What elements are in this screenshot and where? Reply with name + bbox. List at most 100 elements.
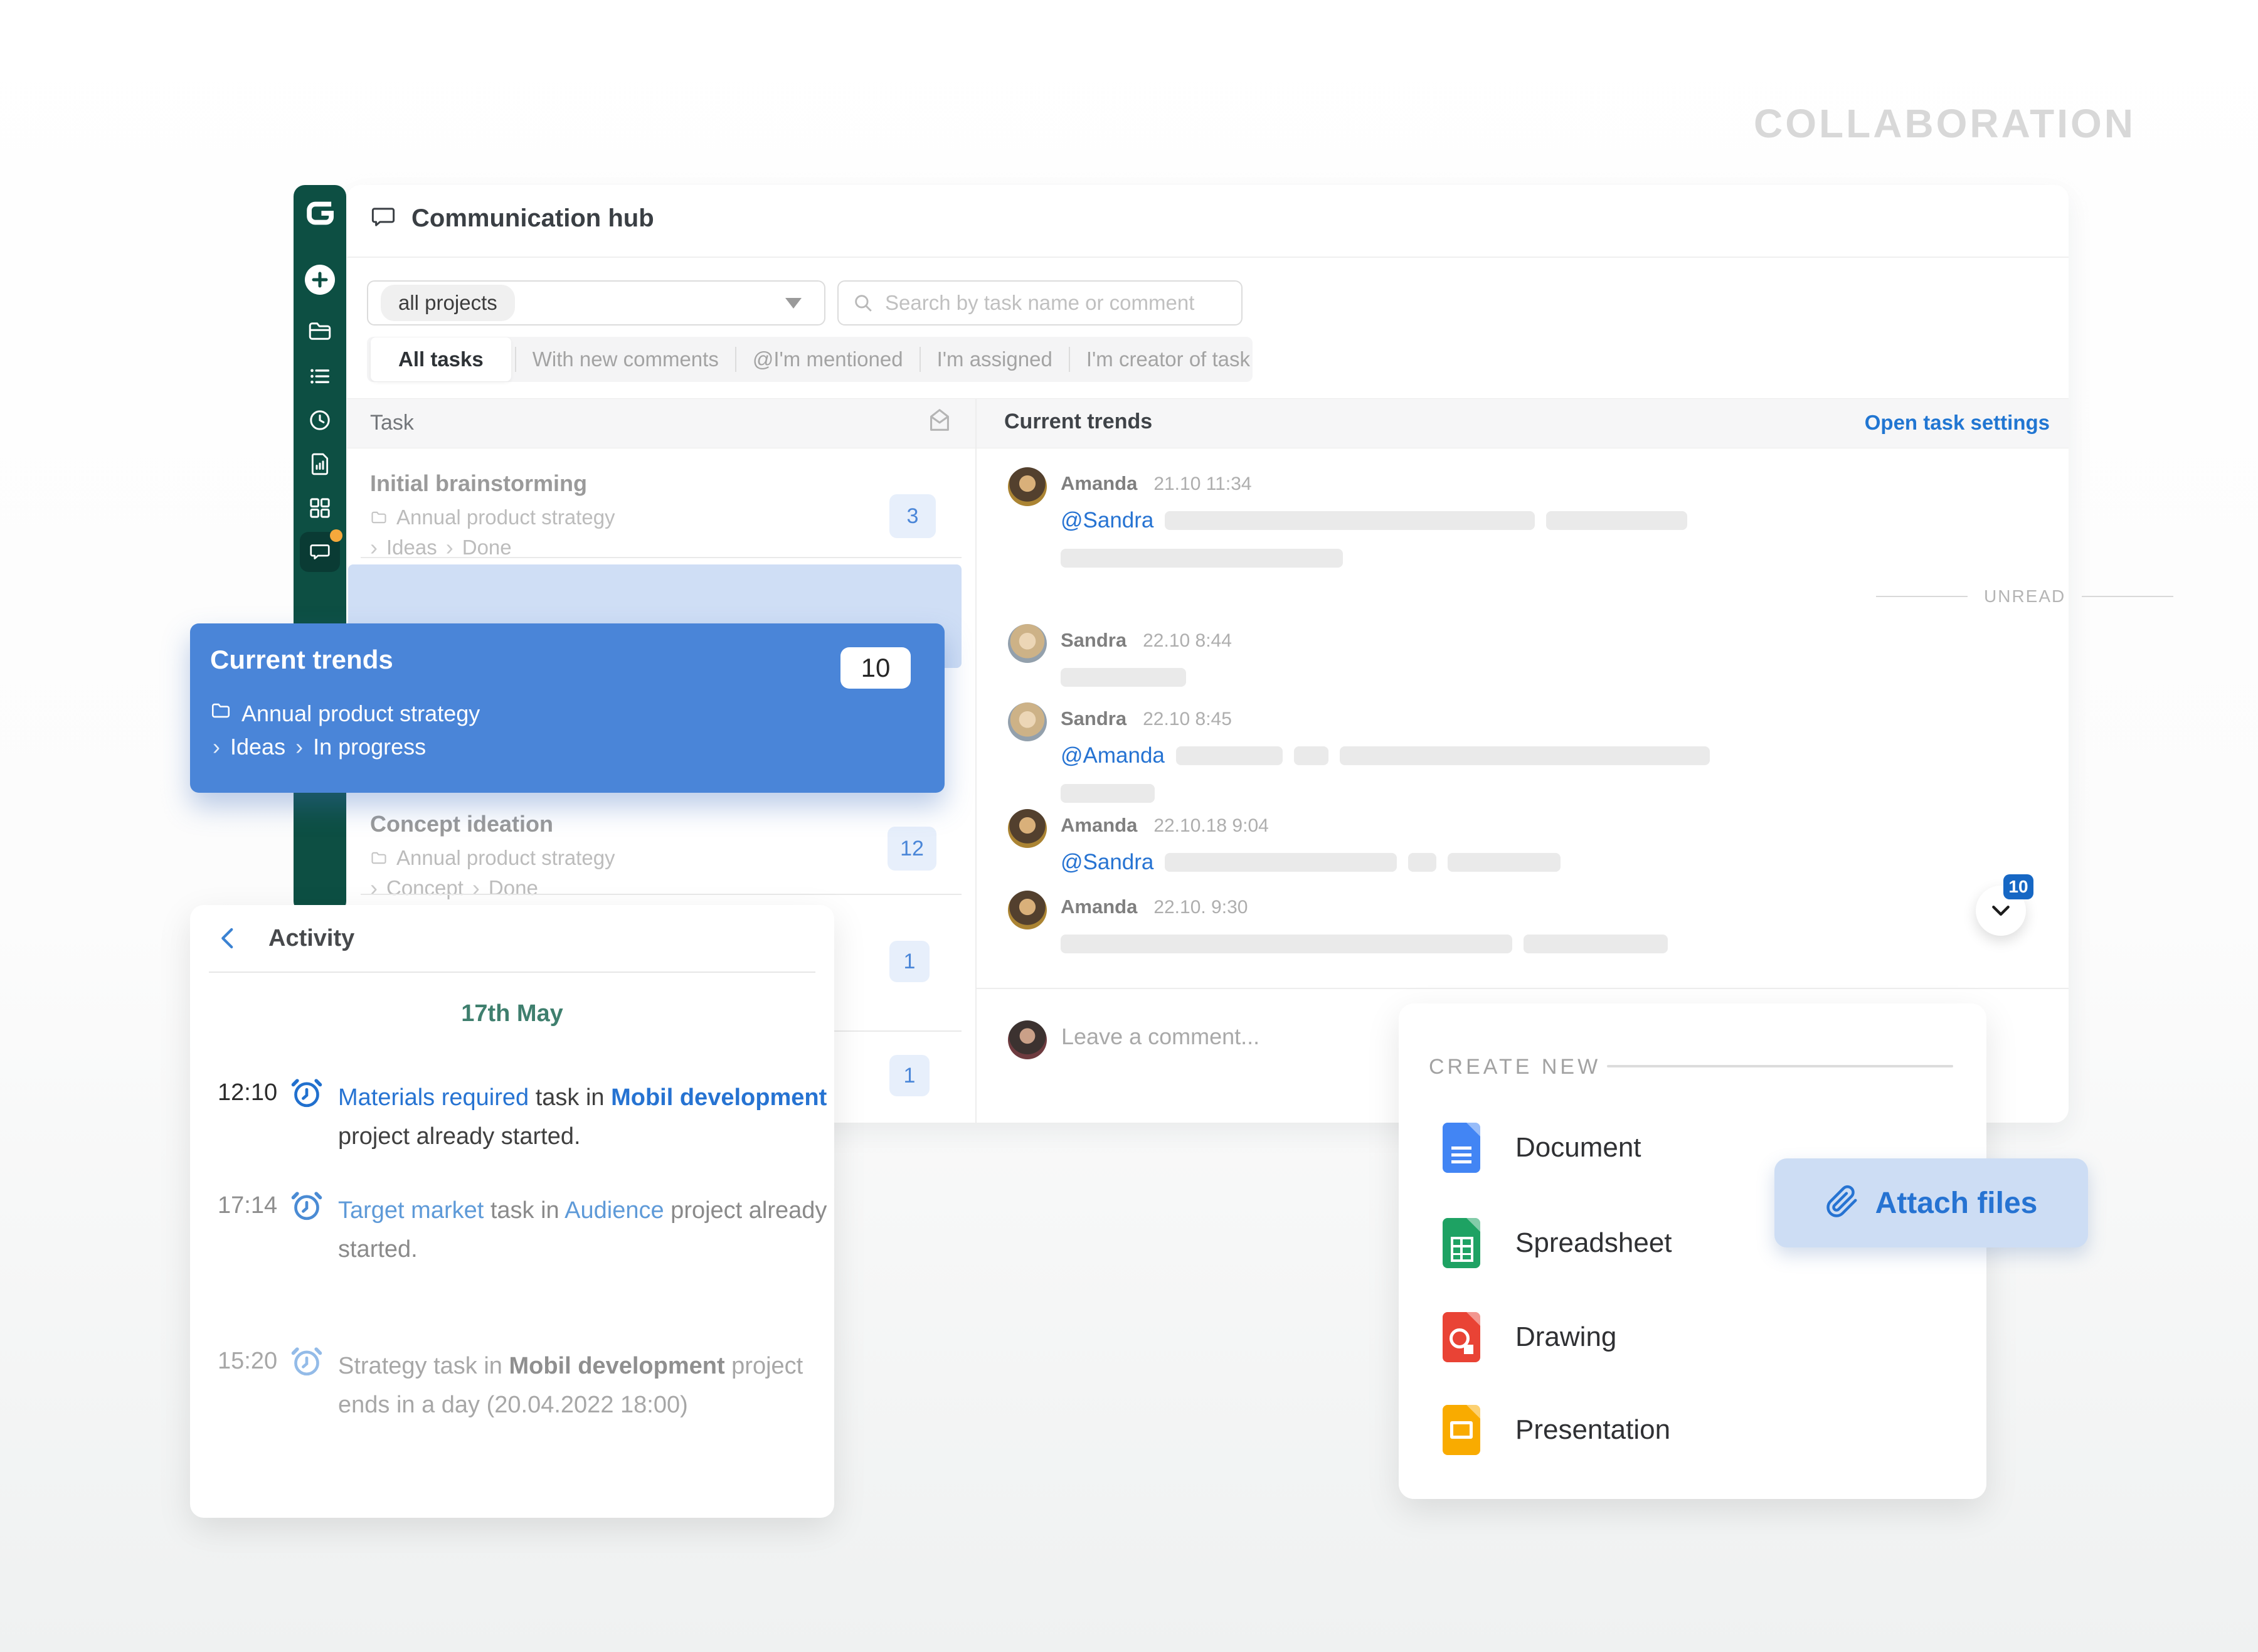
activity-text-segment[interactable]: Audience <box>564 1197 664 1224</box>
breadcrumb-segment: Ideas <box>230 734 285 760</box>
create-new-title: CREATE NEW <box>1429 1055 1601 1079</box>
project-filter-dropdown[interactable]: all projects <box>367 280 825 326</box>
comment-count-badge: 1 <box>889 1055 930 1096</box>
breadcrumb-segment: Ideas <box>386 536 437 559</box>
alarm-clock-icon <box>289 1344 324 1382</box>
create-item-drawing[interactable]: Drawing <box>1443 1312 1616 1362</box>
tab--i-m-mentioned[interactable]: @I'm mentioned <box>736 347 920 371</box>
sidebar-item-list[interactable] <box>294 364 346 389</box>
popup-project-row: Annual product strategy <box>210 700 480 727</box>
divider-line <box>1876 596 1968 597</box>
activity-time: 12:10 <box>218 1079 277 1106</box>
message-author: Amanda <box>1061 814 1137 837</box>
chevron-down-icon <box>1988 898 2013 923</box>
task-row[interactable]: Initial brainstormingAnnual product stra… <box>347 470 974 561</box>
redacted-text-bar <box>1294 746 1328 765</box>
mention-link[interactable]: @Amanda <box>1061 743 1165 768</box>
folder-icon <box>370 509 388 526</box>
column-divider <box>975 398 977 1123</box>
chat-message: Amanda22.10.18 9:04@Sandra <box>1008 809 2043 874</box>
message-timestamp: 22.10. 9:30 <box>1153 897 1248 918</box>
comment-count-badge: 12 <box>888 827 936 871</box>
search-icon <box>852 292 874 314</box>
message-content: Amanda21.10 11:34 @Sandra <box>1061 467 2043 570</box>
redacted-text-bar <box>1340 746 1710 765</box>
sidebar-item-history[interactable] <box>294 408 346 433</box>
message-header: Amanda21.10 11:34 <box>1061 472 2043 495</box>
paperclip-icon <box>1825 1185 1859 1222</box>
mention-link[interactable]: @Sandra <box>1061 508 1153 533</box>
create-new-panel: CREATE NEW Document Spreadsheet Drawing Pre… <box>1399 1003 1986 1499</box>
chevron-left-icon <box>215 925 241 951</box>
sidebar-item-chat[interactable] <box>294 532 346 572</box>
popup-project-name: Annual product strategy <box>241 701 480 727</box>
tab-i-m-assigned[interactable]: I'm assigned <box>921 347 1069 371</box>
message-line <box>1061 781 2043 805</box>
message-content: Amanda22.10. 9:30 <box>1061 891 2043 956</box>
activity-text-segment[interactable]: Materials required <box>338 1084 529 1111</box>
task-row[interactable]: Concept ideationAnnual product strategy›… <box>347 811 974 901</box>
task-project-row: Annual product strategy <box>370 506 974 529</box>
tab-all-tasks[interactable]: All tasks <box>371 337 511 381</box>
chat-message: Amanda21.10 11:34 @Sandra <box>1008 467 2043 570</box>
task-popup-card[interactable]: Current trends 10 Annual product strateg… <box>190 623 945 793</box>
message-line: @Sandra <box>1061 850 2043 874</box>
back-button[interactable] <box>215 925 241 955</box>
project-name: Annual product strategy <box>396 506 615 529</box>
row-divider <box>361 894 962 895</box>
search-box[interactable] <box>837 280 1243 326</box>
app-logo-icon[interactable] <box>294 195 346 231</box>
message-line <box>1061 665 2043 689</box>
create-item-spreadsheet[interactable]: Spreadsheet <box>1443 1218 1672 1268</box>
activity-time: 17:14 <box>218 1192 277 1219</box>
activity-text-segment[interactable]: Mobil development <box>611 1084 827 1111</box>
avatar <box>1008 467 1047 506</box>
tab-i-m-creator-of-task[interactable]: I'm creator of task <box>1070 347 1266 371</box>
create-item-label: Presentation <box>1515 1414 1670 1446</box>
message-line <box>1061 546 2043 570</box>
search-input[interactable] <box>884 290 1241 315</box>
create-item-document[interactable]: Document <box>1443 1123 1641 1173</box>
unread-divider: UNREAD <box>1876 586 2173 606</box>
task-filter-tabs: All tasksWith new comments@I'm mentioned… <box>367 337 1253 382</box>
sidebar-item-report[interactable] <box>294 452 346 477</box>
tab-with-new-comments[interactable]: With new comments <box>516 347 735 371</box>
envelope-icon[interactable] <box>925 406 954 438</box>
redacted-text-bar <box>1061 668 1186 687</box>
attach-files-label: Attach files <box>1875 1186 2038 1220</box>
activity-title: Activity <box>268 925 354 952</box>
activity-text-segment: task in <box>529 1084 611 1111</box>
chat-message: Sandra22.10 8:45@Amanda <box>1008 702 2043 805</box>
activity-divider <box>209 972 815 973</box>
activity-text-segment[interactable]: Target market <box>338 1197 484 1224</box>
message-content: Sandra22.10 8:45@Amanda <box>1061 702 2043 805</box>
mention-link[interactable]: @Sandra <box>1061 850 1153 875</box>
message-content: Amanda22.10.18 9:04@Sandra <box>1061 809 2043 874</box>
activity-text-segment: task in <box>484 1197 564 1224</box>
sidebar-item-projects[interactable] <box>294 318 346 344</box>
avatar <box>1008 702 1047 741</box>
chat-task-title: Current trends <box>1004 410 1152 434</box>
breadcrumb-segment: Done <box>462 536 512 559</box>
message-timestamp: 22.10 8:45 <box>1143 709 1232 730</box>
message-line <box>1061 932 2043 956</box>
message-content: Sandra22.10 8:44 <box>1061 624 2043 689</box>
chevron-right-icon: › <box>295 734 303 760</box>
activity-time: 15:20 <box>218 1348 277 1375</box>
attach-files-button[interactable]: Attach files <box>1774 1158 2088 1247</box>
sidebar-item-board[interactable] <box>294 495 346 521</box>
hub-header: Communication hub <box>370 204 654 233</box>
popup-comment-count-badge: 10 <box>840 647 911 689</box>
open-task-settings-link[interactable]: Open task settings <box>1865 411 2050 435</box>
slides-icon <box>1443 1405 1480 1455</box>
sidebar-item-add[interactable] <box>294 265 346 295</box>
project-filter-value[interactable]: all projects <box>381 285 515 321</box>
current-user-avatar <box>1008 1020 1047 1059</box>
alarm-clock-icon <box>289 1076 324 1114</box>
redacted-text-bar <box>1524 935 1668 953</box>
sidebar <box>294 185 346 913</box>
create-item-presentation[interactable]: Presentation <box>1443 1405 1670 1455</box>
breadcrumb-segment: In progress <box>313 734 426 760</box>
redacted-text-bar <box>1546 511 1687 530</box>
chevron-right-icon: › <box>213 734 220 760</box>
